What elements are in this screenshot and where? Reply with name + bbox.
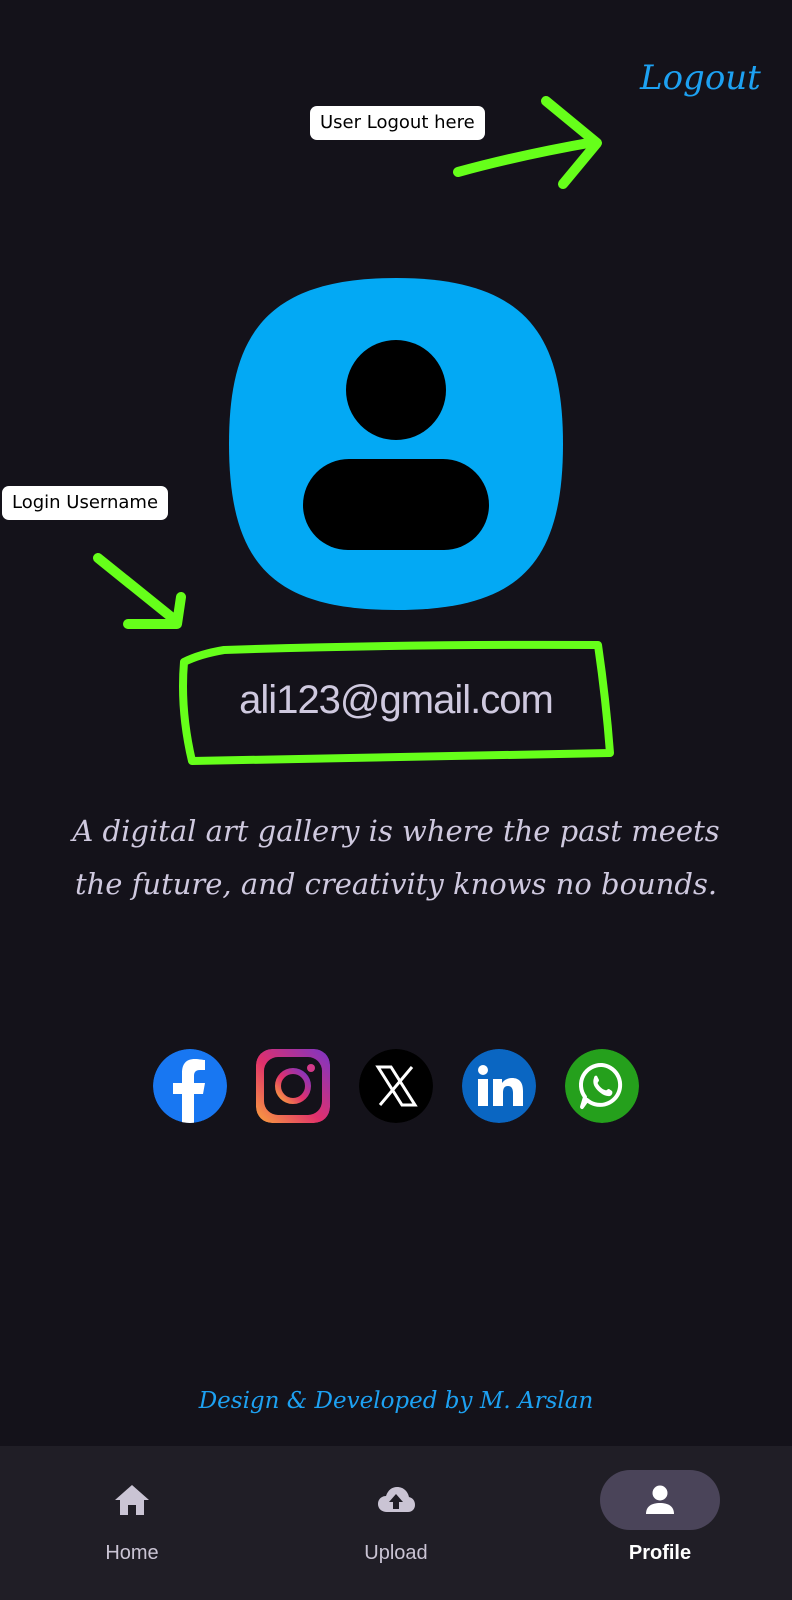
home-icon [115,1485,149,1515]
bottom-navigation: Home Upload Profile [0,1446,792,1600]
nav-upload-label: Upload [364,1542,428,1564]
username-email: ali123@gmail.com [239,677,554,722]
social-links [153,1049,639,1123]
whatsapp-icon[interactable] [565,1049,639,1123]
nav-upload[interactable]: Upload [296,1470,496,1580]
linkedin-icon[interactable] [462,1049,536,1123]
instagram-icon[interactable] [256,1049,330,1123]
nav-profile[interactable]: Profile [560,1470,760,1580]
person-icon [646,1485,674,1514]
nav-profile-label: Profile [628,1542,692,1564]
logout-arrow [453,137,599,177]
nav-home[interactable]: Home [32,1470,232,1580]
username-arrow [93,553,180,625]
quote-line-1: A digital art gallery is where the past … [72,814,720,848]
logout-link[interactable]: Logout [640,58,761,98]
username-annotation-label: Login Username [2,486,169,520]
x-icon[interactable] [359,1049,433,1123]
logout-arrow-head [541,96,602,189]
quote-line-2: the future, and creativity knows no boun… [74,867,718,901]
cloud-upload-icon [378,1487,415,1512]
account-avatar-icon [227,276,565,612]
developer-credit: Design & Developed by M. Arslan [198,1388,594,1414]
facebook-icon[interactable] [153,1049,227,1123]
nav-home-label: Home [105,1542,159,1564]
annotation-drawings [93,96,614,765]
gallery-quote: A digital art gallery is where the past … [60,805,732,911]
username-arrow-head [123,592,186,629]
logout-annotation-label: User Logout here [310,106,485,140]
